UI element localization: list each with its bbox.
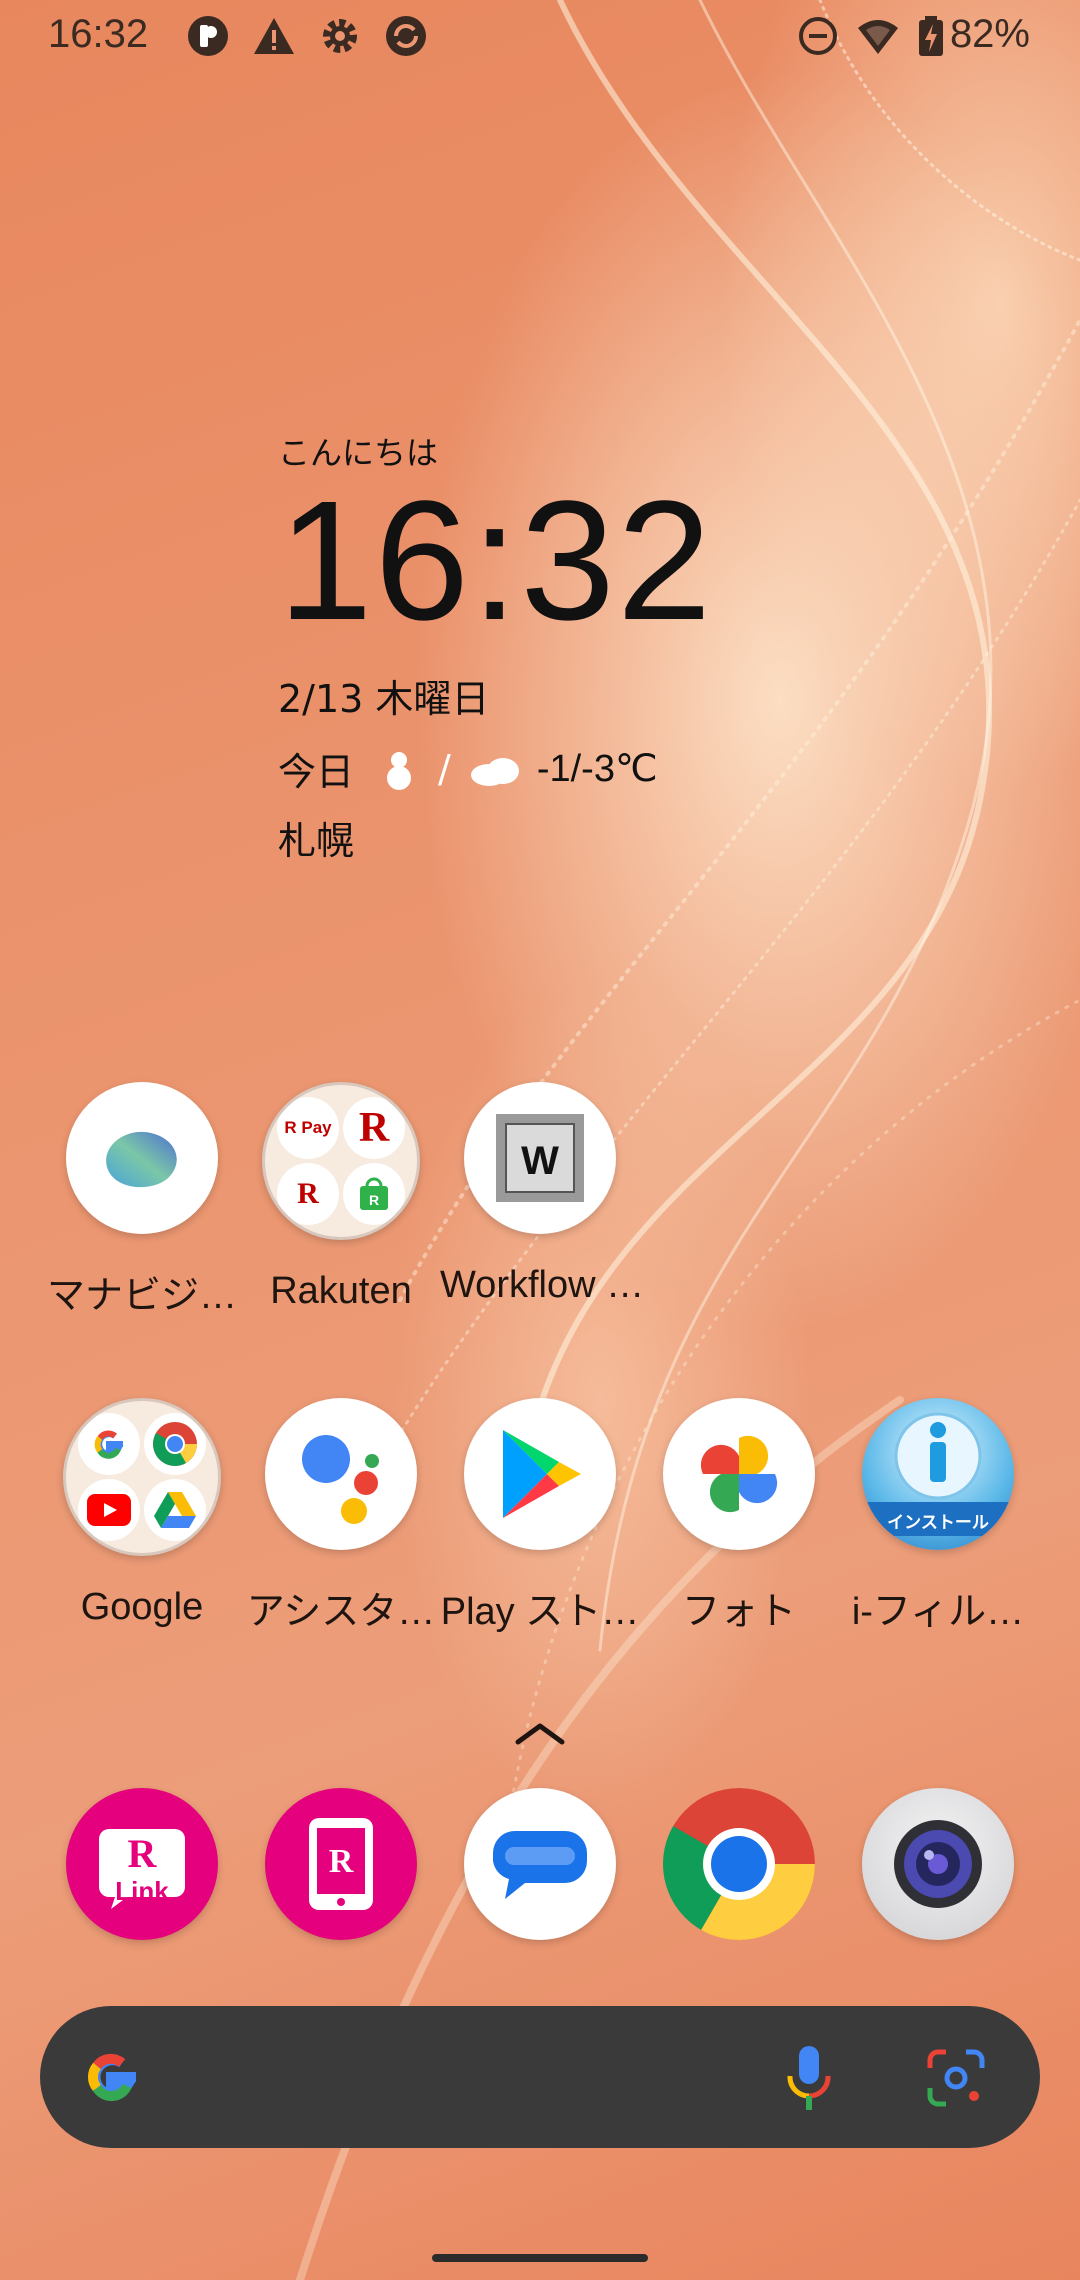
google-photos-icon bbox=[663, 1398, 815, 1550]
wifi-icon bbox=[858, 20, 898, 54]
city-name: 札幌 bbox=[278, 819, 355, 863]
chrome-mini-icon bbox=[144, 1413, 206, 1475]
widget-date[interactable]: 2/13 木曜日 bbox=[278, 668, 713, 723]
app-label: フォト bbox=[681, 1591, 796, 1633]
svg-text:R: R bbox=[369, 1192, 379, 1208]
app-label: Workflow … bbox=[440, 1264, 640, 1306]
install-badge: インストール bbox=[887, 1513, 989, 1533]
dock-camera[interactable] bbox=[838, 1788, 1038, 1940]
battery-charging-icon bbox=[919, 16, 943, 56]
battery-percent: 82% bbox=[949, 12, 1030, 56]
link-text: Link bbox=[115, 1876, 169, 1906]
chrome-icon bbox=[663, 1788, 815, 1940]
folder-google[interactable]: Google bbox=[42, 1398, 242, 1629]
dock-messages[interactable] bbox=[440, 1788, 640, 1940]
google-folder-icon bbox=[63, 1398, 221, 1556]
microphone-icon[interactable] bbox=[784, 2042, 834, 2114]
rakuten-bank-icon: R bbox=[277, 1163, 339, 1225]
manabiji-blob-icon bbox=[66, 1082, 218, 1234]
google-app-icon bbox=[78, 1413, 140, 1475]
rakuten-link-icon: R Link bbox=[66, 1788, 218, 1940]
app-label: Play スト… bbox=[440, 1591, 640, 1633]
rakuten-folder-icon: R Pay R R R bbox=[262, 1082, 420, 1240]
app-label: Rakuten bbox=[270, 1270, 412, 1312]
rakuten-mobile-icon: R bbox=[265, 1788, 417, 1940]
svg-text:W: W bbox=[521, 1139, 559, 1183]
i-filter-install-icon: インストール bbox=[862, 1398, 1014, 1550]
status-time: 16:32 bbox=[48, 12, 149, 56]
snowman-icon bbox=[387, 751, 412, 790]
app-manabiji[interactable]: マナビジ… bbox=[42, 1082, 242, 1319]
settings-gear-icon bbox=[323, 19, 357, 53]
dock-rakuten-mobile[interactable]: R bbox=[241, 1788, 441, 1940]
youtube-icon bbox=[78, 1479, 140, 1541]
svg-text:R: R bbox=[329, 1843, 354, 1880]
dock-rakuten-link[interactable]: R Link bbox=[42, 1788, 242, 1940]
app-label: i-フィル… bbox=[851, 1591, 1025, 1633]
cloud-icon bbox=[470, 757, 519, 786]
play-store-icon bbox=[464, 1398, 616, 1550]
app-i-filter[interactable]: インストール i-フィル… bbox=[838, 1398, 1038, 1635]
do-not-disturb-icon bbox=[799, 17, 837, 55]
google-search-bar[interactable] bbox=[40, 2006, 1040, 2148]
sync-app-icon bbox=[386, 16, 426, 56]
temperature-text: -1/-3℃ bbox=[536, 748, 658, 790]
gesture-nav-handle[interactable] bbox=[432, 2254, 648, 2262]
dock-chrome[interactable] bbox=[639, 1788, 839, 1940]
weather-slash: / bbox=[438, 746, 451, 791]
app-google-photos[interactable]: フォト bbox=[639, 1398, 839, 1635]
status-bar: 16:32 82% bbox=[0, 0, 1080, 74]
app-drawer-caret-icon[interactable] bbox=[512, 1718, 568, 1748]
google-g-icon[interactable] bbox=[78, 2044, 144, 2110]
weather-day-label: 今日 bbox=[278, 750, 355, 794]
svg-text:R: R bbox=[128, 1831, 158, 1876]
widget-clock[interactable]: 16:32 bbox=[278, 476, 713, 646]
clock-weather-widget[interactable]: こんにちは 16:32 2/13 木曜日 今日 / -1/-3℃ 札幌 bbox=[278, 428, 713, 865]
google-drive-icon bbox=[144, 1479, 206, 1541]
app-label: マナビジ… bbox=[46, 1275, 237, 1317]
camera-icon bbox=[862, 1788, 1014, 1940]
rakuten-pay-icon: R Pay bbox=[277, 1097, 339, 1159]
rakuten-ichiba-icon: R bbox=[343, 1097, 405, 1159]
google-assistant-icon bbox=[265, 1398, 417, 1550]
app-label: アシスタ… bbox=[246, 1591, 436, 1633]
messages-icon bbox=[464, 1788, 616, 1940]
folder-rakuten[interactable]: R Pay R R R Rakuten bbox=[241, 1082, 441, 1313]
app-workflow[interactable]: W Workflow … bbox=[440, 1082, 640, 1307]
app-play-store[interactable]: Play スト… bbox=[440, 1398, 640, 1635]
rakuten-shopping-bag-icon: R bbox=[343, 1163, 405, 1225]
workflow-w-key-icon: W bbox=[464, 1082, 616, 1234]
app-assistant[interactable]: アシスタ… bbox=[241, 1398, 441, 1635]
app-label: Google bbox=[80, 1586, 204, 1628]
google-lens-icon[interactable] bbox=[926, 2048, 986, 2108]
rakuten-notification-icon bbox=[188, 16, 228, 56]
warning-icon bbox=[254, 18, 294, 54]
weather-row[interactable]: 今日 / -1/-3℃ bbox=[278, 741, 713, 796]
